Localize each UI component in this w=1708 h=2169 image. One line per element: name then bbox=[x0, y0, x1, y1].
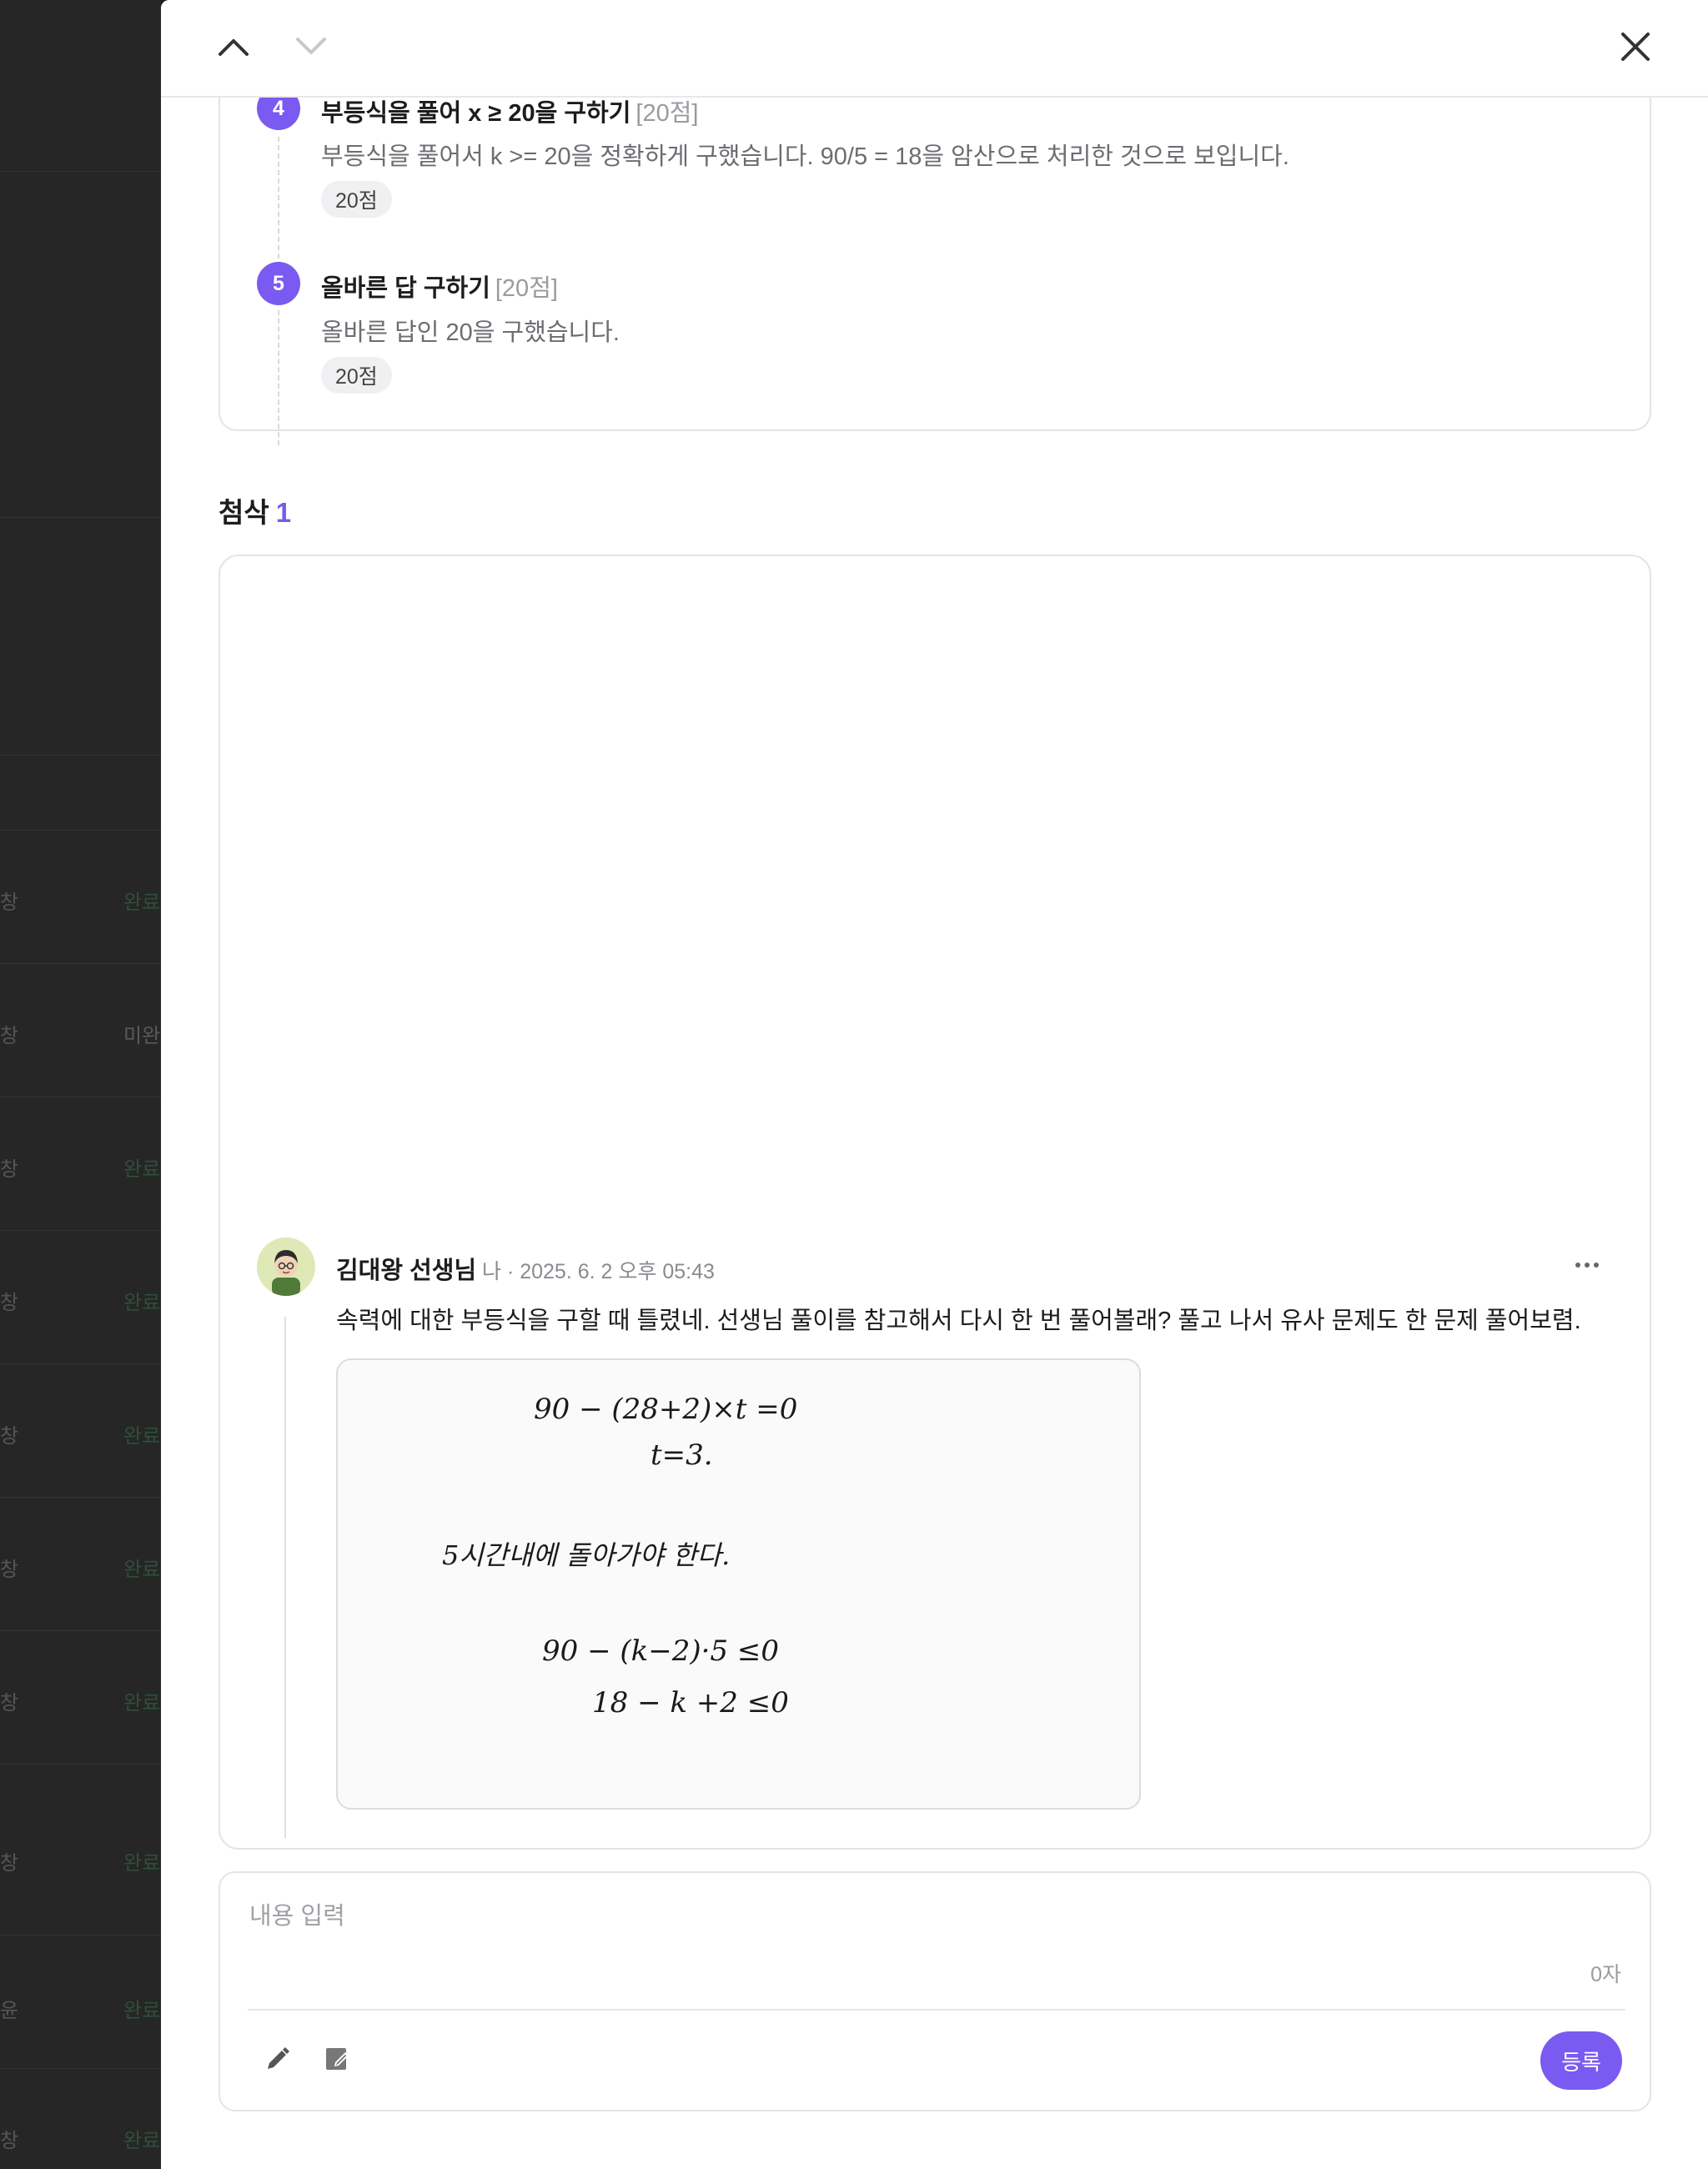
list-item-status: 완료 bbox=[123, 2000, 161, 2022]
feedback-count: 1 bbox=[275, 497, 292, 528]
comment-meta: 나 · 2025. 6. 2 오후 05:43 bbox=[482, 1260, 715, 1283]
step-description: 올바른 답인 20을 구했습니다. bbox=[321, 319, 620, 346]
list-item-status: 완료 bbox=[123, 2130, 161, 2152]
list-item-label: 창 bbox=[0, 2130, 19, 2152]
step-title: 올바른 답 구하기 [20점] bbox=[321, 269, 558, 304]
step-title-text: 올바른 답 구하기 bbox=[321, 275, 490, 302]
more-dot bbox=[1585, 1263, 1590, 1268]
draw-button[interactable] bbox=[257, 2040, 299, 2081]
feedback-card: 김대왕 선생님 나 · 2025. 6. 2 오후 05:43 속력에 대한 부… bbox=[219, 555, 1651, 1850]
list-item-status: 미완 bbox=[123, 1025, 161, 1047]
close-icon bbox=[1619, 30, 1652, 68]
list-item-label: 윤 bbox=[0, 2000, 19, 2022]
feedback-section-title: 첨삭 1 bbox=[219, 490, 291, 530]
list-item-status: 완료 bbox=[123, 1559, 161, 1581]
list-item-label: 창 bbox=[0, 1559, 19, 1581]
step-title: 부등식을 풀어 x ≥ 20을 구하기 [20점] bbox=[321, 93, 698, 128]
next-button[interactable] bbox=[288, 25, 334, 72]
list-divider bbox=[0, 755, 161, 756]
score-badge: 20점 bbox=[321, 181, 392, 218]
list-item[interactable]: 창 완료 bbox=[0, 1630, 161, 1764]
list-item[interactable]: 창 완료 bbox=[0, 830, 161, 963]
list-item-label: 창 bbox=[0, 1292, 19, 1314]
chevron-up-icon bbox=[217, 36, 250, 62]
list-divider bbox=[0, 171, 161, 172]
list-item-status: 완료 bbox=[123, 1292, 161, 1314]
thread-line bbox=[284, 1317, 286, 1838]
char-count: 0자 bbox=[1590, 1963, 1621, 1986]
input-divider bbox=[248, 2009, 1625, 2011]
close-button[interactable] bbox=[1612, 25, 1659, 72]
step-points: [20점] bbox=[635, 100, 699, 127]
list-item[interactable]: 창 미완 bbox=[0, 963, 161, 1097]
list-item[interactable]: 창 완료 bbox=[0, 1363, 161, 1497]
list-item[interactable]: 창 완료 bbox=[0, 2068, 161, 2169]
avatar bbox=[257, 1238, 315, 1296]
handwriting-line: 5시간내에 돌아가야 한다. bbox=[442, 1539, 730, 1571]
list-item-label: 창 bbox=[0, 1158, 19, 1181]
list-item[interactable]: 창 완료 bbox=[0, 1230, 161, 1363]
submit-button[interactable]: 등록 bbox=[1540, 2031, 1622, 2090]
chevron-down-icon bbox=[294, 36, 328, 62]
comment-author: 김대왕 선생님 bbox=[336, 1258, 477, 1284]
step-points: [20점] bbox=[495, 275, 558, 302]
handwriting-line: 90 − (28+2)×t =0 bbox=[534, 1393, 797, 1426]
previous-button[interactable] bbox=[210, 25, 257, 72]
list-item[interactable]: 창 완료 bbox=[0, 1497, 161, 1630]
feedback-drawer: 4 부등식을 풀어 x ≥ 20을 구하기 [20점] 부등식을 풀어서 k >=… bbox=[161, 0, 1708, 2169]
list-item-label: 창 bbox=[0, 1852, 19, 1875]
note-edit-icon bbox=[323, 2045, 351, 2077]
step-title-text: 부등식을 풀어 x ≥ 20을 구하기 bbox=[321, 100, 631, 127]
list-item[interactable]: 창 완료 bbox=[0, 1764, 161, 1935]
comment-input-card: 0자 등록 bbox=[219, 1871, 1651, 2111]
more-dot bbox=[1575, 1263, 1580, 1268]
content-input[interactable] bbox=[249, 1898, 1617, 1935]
attach-note-button[interactable] bbox=[316, 2040, 358, 2081]
handwriting-line: 18 − k +2 ≤0 bbox=[592, 1686, 789, 1720]
handwriting-line: 90 − (k−2)·5 ≤0 bbox=[542, 1634, 779, 1668]
pencil-icon bbox=[264, 2045, 292, 2077]
step-number: 5 bbox=[257, 262, 300, 305]
drawer-header bbox=[161, 0, 1708, 98]
list-item-status: 완료 bbox=[123, 1425, 161, 1448]
list-item-status: 완료 bbox=[123, 1852, 161, 1875]
background-list: 창 완료 창 미완 창 완료 창 완료 창 완료 창 완료 창 완료 창 완료 … bbox=[0, 0, 161, 2169]
list-divider bbox=[0, 517, 161, 518]
list-item-status: 완료 bbox=[123, 1692, 161, 1715]
step-connector bbox=[278, 310, 279, 445]
list-item-status: 완료 bbox=[123, 891, 161, 914]
step-description: 부등식을 풀어서 k >= 20을 정확하게 구했습니다. 90/5 = 18을… bbox=[321, 143, 1289, 170]
more-dot bbox=[1594, 1263, 1599, 1268]
solution-image[interactable]: 90 − (28+2)×t =0 t=3. 5시간내에 돌아가야 한다. 90 … bbox=[336, 1358, 1141, 1810]
list-item[interactable]: 창 완료 bbox=[0, 1097, 161, 1230]
list-item-status: 완료 bbox=[123, 1158, 161, 1181]
handwriting-line: t=3. bbox=[651, 1438, 713, 1472]
list-item-label: 창 bbox=[0, 1025, 19, 1047]
section-title-text: 첨삭 bbox=[219, 497, 269, 528]
list-item-label: 창 bbox=[0, 891, 19, 914]
step-connector bbox=[278, 137, 279, 267]
list-item-label: 창 bbox=[0, 1692, 19, 1715]
list-item[interactable]: 윤 완료 bbox=[0, 1935, 161, 2068]
more-options-button[interactable] bbox=[1566, 1248, 1608, 1282]
grading-steps-card: 4 부등식을 풀어 x ≥ 20을 구하기 [20점] 부등식을 풀어서 k >=… bbox=[219, 50, 1651, 445]
comment-text: 속력에 대한 부등식을 구할 때 틀렸네. 선생님 풀이를 참고해서 다시 한 … bbox=[336, 1308, 1581, 1334]
score-badge: 20점 bbox=[321, 357, 392, 394]
list-item-label: 창 bbox=[0, 1425, 19, 1448]
